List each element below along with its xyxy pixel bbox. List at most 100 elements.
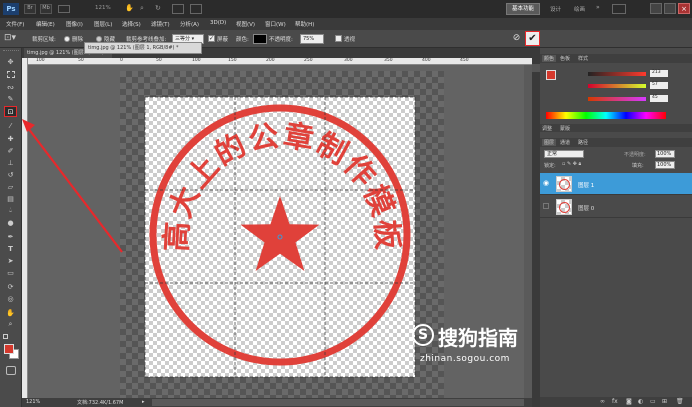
3d-camera-tool-icon[interactable]: ◎ [4,293,17,304]
green-value[interactable]: 57 [650,82,668,89]
canvas-area[interactable]: 100 50 0 50 100 150 200 250 300 350 400 … [22,58,532,398]
delete-radio[interactable] [64,36,70,42]
visibility-eye-icon[interactable]: ◉ [543,179,549,187]
perspective-checkbox[interactable] [335,35,342,42]
type-tool-icon[interactable]: T [4,243,17,254]
tab-masks[interactable]: 蒙版 [560,125,570,132]
3d-rotate-tool-icon[interactable]: ⟳ [4,281,17,292]
zoom-tool-icon-box[interactable]: ⌕ [4,319,17,330]
new-group-icon[interactable]: ▭ [650,398,656,405]
commit-crop-button[interactable]: ✔ [525,31,540,46]
quick-mask-icon[interactable] [6,366,16,375]
add-mask-icon[interactable]: ◙ [626,398,632,405]
horizontal-scrollbar[interactable] [152,399,524,406]
layer-opacity-input[interactable]: 100% [655,150,675,158]
shield-color-swatch[interactable] [253,34,267,44]
workspace-design-button[interactable]: 设计 [550,5,561,13]
default-colors-icon[interactable] [3,334,8,339]
crop-tool-preset-icon[interactable]: ⊡▾ [4,33,22,45]
menu-layer[interactable]: 图层(L) [94,20,112,28]
dodge-tool-icon[interactable]: ● [4,217,17,228]
toolbox-grip[interactable] [3,50,19,53]
menu-view[interactable]: 视图(V) [236,20,255,28]
foreground-color-swatch[interactable] [4,344,14,354]
menu-image[interactable]: 图像(I) [66,20,83,28]
visibility-toggle-icon[interactable] [543,203,549,209]
arrange-documents-icon[interactable] [172,4,184,14]
dock-icon-history[interactable] [532,64,540,72]
healing-brush-tool-icon[interactable]: ✚ [4,133,17,144]
cancel-crop-icon[interactable]: ⊘ [511,33,522,44]
menu-filter[interactable]: 滤镜(T) [151,20,170,28]
zoom-tool-icon[interactable]: ⌕ [140,4,150,14]
workspace-more-button[interactable]: » [596,4,600,11]
menu-window[interactable]: 窗口(W) [265,20,286,28]
blend-mode-select[interactable]: 正常 [544,150,584,158]
menu-file[interactable]: 文件(F) [6,20,24,28]
tab-adjustments[interactable]: 调整 [542,125,552,132]
hand-tool-icon[interactable]: ✋ [125,4,135,14]
layer-style-icon[interactable]: fx [612,398,618,405]
tab-layers[interactable]: 图层 [542,139,557,146]
blue-value[interactable]: 45 [650,95,668,102]
cs-live-icon[interactable] [612,4,626,14]
minimize-button[interactable] [650,3,662,14]
tab-channels[interactable]: 通道 [560,139,570,146]
lasso-tool-icon[interactable]: ᔓ [4,81,17,92]
history-brush-tool-icon[interactable]: ↺ [4,169,17,180]
tab-color[interactable]: 颜色 [542,55,557,62]
zoom-level-display[interactable]: 121% [95,5,111,11]
shape-tool-icon[interactable]: ▭ [4,267,17,278]
red-value[interactable]: 213 [650,70,668,77]
eraser-tool-icon[interactable]: ▱ [4,181,17,192]
menu-help[interactable]: 帮助(H) [295,20,314,28]
marquee-tool-icon[interactable] [4,69,17,80]
green-slider[interactable] [588,84,646,88]
layer-row[interactable]: 图层 0 [540,196,692,218]
bridge-icon[interactable]: Br [24,4,36,14]
vertical-scrollbar[interactable] [524,65,532,398]
workspace-basic-button[interactable]: 基本功能 [506,3,540,15]
delete-layer-icon[interactable]: 🗑︎ [676,398,684,405]
rotate-view-icon[interactable]: ↻ [155,4,165,14]
gradient-tool-icon[interactable]: ▤ [4,193,17,204]
mini-bridge-icon[interactable]: Mb [40,4,52,14]
blur-tool-icon[interactable]: 💧︎ [4,205,17,216]
crop-tool-icon[interactable]: ⊡ [4,106,17,117]
opacity-input[interactable]: 75% [300,34,324,44]
layer-row-active[interactable]: ◉ 图层 1 [540,173,692,195]
layer-name[interactable]: 图层 1 [578,181,594,189]
quick-select-tool-icon[interactable]: ✎ [4,93,17,104]
color-fg-swatch[interactable] [546,70,556,80]
red-slider[interactable] [588,72,646,76]
blue-slider[interactable] [588,97,646,101]
menu-3d[interactable]: 3D(D) [210,20,226,26]
layer-name[interactable]: 图层 0 [578,204,594,212]
tab-paths[interactable]: 路径 [578,139,588,146]
document-tab-active[interactable]: timg.jpg @ 121% (图层 1, RGB/8#) * [84,42,202,54]
restore-button[interactable] [664,3,676,14]
tab-styles[interactable]: 样式 [578,55,588,62]
move-tool-icon[interactable]: ✥ [4,56,17,67]
shield-checkbox[interactable]: ✓ [208,35,215,42]
menu-analysis[interactable]: 分析(A) [180,20,199,28]
hand-tool-icon-box[interactable]: ✋ [4,307,17,318]
path-select-tool-icon[interactable]: ➤ [4,255,17,266]
workspace-paint-button[interactable]: 绘画 [574,5,585,13]
link-layers-icon[interactable]: ∞ [600,398,605,405]
status-menu-arrow-icon[interactable]: ▸ [142,399,145,405]
view-extras-icon[interactable] [58,5,70,13]
new-layer-icon[interactable]: ⊞ [662,398,667,405]
fill-input[interactable]: 100% [655,161,675,169]
close-button[interactable]: × [678,3,690,14]
screen-mode-icon[interactable] [190,4,202,14]
menu-select[interactable]: 选择(S) [122,20,141,28]
lock-icons[interactable]: ▫ ✎ ✥ 🔒︎ [562,161,581,167]
pen-tool-icon[interactable]: ✒ [4,231,17,242]
eyedropper-tool-icon[interactable]: ⁄ [4,120,17,131]
menu-edit[interactable]: 编辑(E) [36,20,55,28]
clone-stamp-tool-icon[interactable]: ⊥ [4,157,17,168]
status-zoom[interactable]: 121% [26,399,40,405]
adjustment-layer-icon[interactable]: ◐ [638,398,643,405]
color-spectrum-bar[interactable] [546,112,666,119]
